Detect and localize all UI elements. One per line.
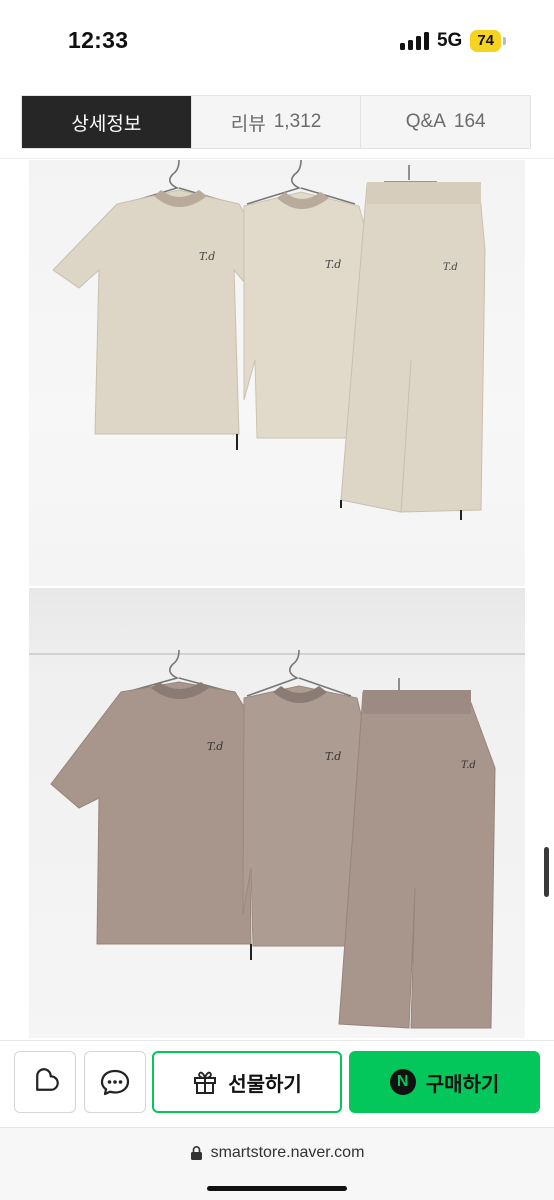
pants-right [340,183,486,513]
clothing-set-illustration: T.d T.d T.d [29,649,525,1029]
clothing-set-illustration: T.d T.d T.d [52,160,486,520]
tab-label: Q&A [405,111,446,132]
svg-text:T.d: T.d [325,750,341,763]
svg-text:T.d: T.d [443,262,458,273]
buy-button[interactable]: N 구매하기 [349,1051,540,1113]
battery-icon: 74 [470,30,501,52]
tab-reviews[interactable]: 리뷰 1,312 [191,96,362,148]
product-photo-beige: T.d T.d T.d [29,160,525,586]
url-text: smartstore.naver.com [210,1144,365,1161]
tab-count: 1,312 [273,111,322,132]
tab-label: 리뷰 [230,113,266,135]
svg-text:T.d: T.d [461,760,476,771]
status-indicators: 5G 74 [399,30,506,52]
scrollbar[interactable] [544,847,549,897]
product-tabs: 상세정보 리뷰 1,312 Q&A 164 [21,95,531,149]
home-indicator[interactable] [207,1186,347,1191]
gift-label: 선물하기 [228,1073,302,1096]
wishlist-button[interactable] [14,1051,76,1113]
purchase-action-bar: 선물하기 N 구매하기 [0,1040,554,1126]
product-photo-taupe: T.d T.d T.d [29,588,525,1038]
signal-icon [399,32,429,50]
tab-count: 164 [453,111,486,132]
lock-icon [190,1146,202,1160]
chat-bubble-icon [100,1069,130,1096]
status-time: 12:33 [68,27,129,53]
gift-button[interactable]: 선물하기 [152,1051,342,1113]
status-bar: 12:33 5G 74 [0,0,554,86]
network-type: 5G [436,30,463,51]
svg-text:T.d: T.d [199,250,215,263]
tab-qna[interactable]: Q&A 164 [361,96,531,148]
tab-detail-info[interactable]: 상세정보 [22,96,192,148]
battery-tip [503,37,506,45]
divider [0,158,554,159]
heart-icon [36,1068,59,1091]
svg-text:T.d: T.d [207,740,223,753]
talk-talk-button[interactable] [84,1051,146,1113]
buy-label: 구매하기 [425,1073,500,1096]
tab-label: 상세정보 [71,113,142,135]
gift-icon [194,1071,217,1094]
svg-text:T.d: T.d [325,258,341,271]
npay-icon: N [389,1069,416,1095]
pants-right [338,691,496,1029]
